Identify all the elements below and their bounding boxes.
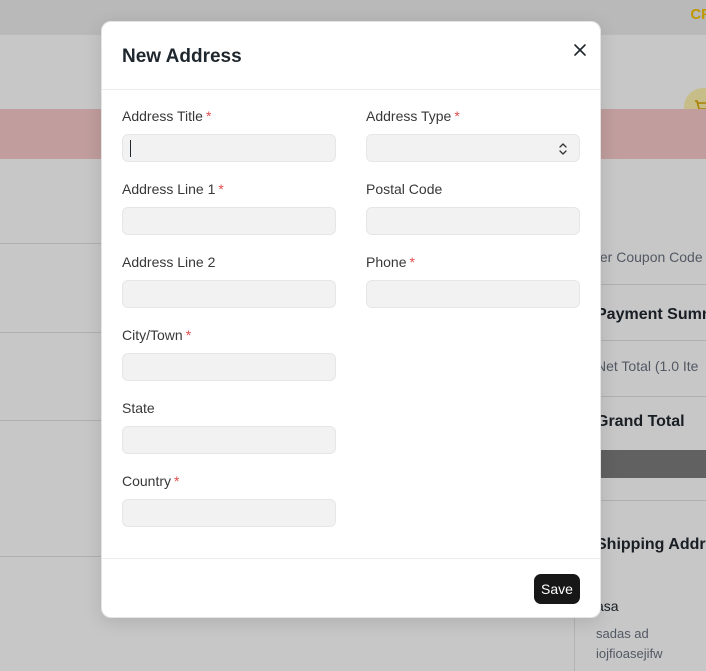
- required-marker: *: [409, 254, 415, 270]
- address-title-input[interactable]: [122, 134, 336, 162]
- address-type-select[interactable]: [366, 134, 580, 162]
- state-label: State: [122, 400, 155, 416]
- address-type-field: Address Type *: [366, 107, 580, 162]
- select-arrows-icon: [559, 143, 567, 155]
- phone-field: Phone *: [366, 253, 580, 308]
- required-marker: *: [218, 181, 224, 197]
- required-marker: *: [174, 473, 180, 489]
- postal-code-input[interactable]: [366, 207, 580, 235]
- address-line2-field: Address Line 2: [122, 253, 336, 308]
- state-input[interactable]: [122, 426, 336, 454]
- save-button[interactable]: Save: [534, 574, 580, 604]
- required-marker: *: [185, 327, 192, 343]
- address-line1-field: Address Line 1 *: [122, 180, 336, 235]
- phone-label: Phone: [366, 254, 407, 270]
- dialog-footer: Save: [102, 558, 600, 618]
- phone-input[interactable]: [366, 280, 580, 308]
- country-input[interactable]: [122, 499, 336, 527]
- address-line2-input[interactable]: [122, 280, 336, 308]
- country-field: Country *: [122, 472, 336, 527]
- postal-code-field: Postal Code: [366, 180, 580, 235]
- required-marker: *: [454, 108, 460, 124]
- dialog-header: New Address: [102, 22, 600, 90]
- close-button[interactable]: [569, 39, 591, 61]
- address-line2-label: Address Line 2: [122, 254, 216, 270]
- address-type-label: Address Type: [366, 108, 452, 124]
- address-title-field: Address Title *: [122, 107, 336, 162]
- city-input[interactable]: [122, 353, 336, 381]
- address-title-label: Address Title: [122, 108, 203, 124]
- postal-code-label: Postal Code: [366, 181, 443, 197]
- address-line1-input[interactable]: [122, 207, 336, 235]
- city-label: City/Town: [122, 327, 183, 343]
- close-icon: [574, 44, 586, 56]
- state-field: State: [122, 399, 336, 454]
- dialog-title: New Address: [122, 46, 242, 67]
- required-marker: *: [205, 108, 212, 124]
- country-label: Country: [122, 473, 172, 489]
- new-address-dialog: New Address Address Title * Address Line …: [101, 21, 601, 618]
- text-cursor: [130, 140, 131, 157]
- address-line1-label: Address Line 1: [122, 181, 216, 197]
- city-field: City/Town *: [122, 326, 336, 381]
